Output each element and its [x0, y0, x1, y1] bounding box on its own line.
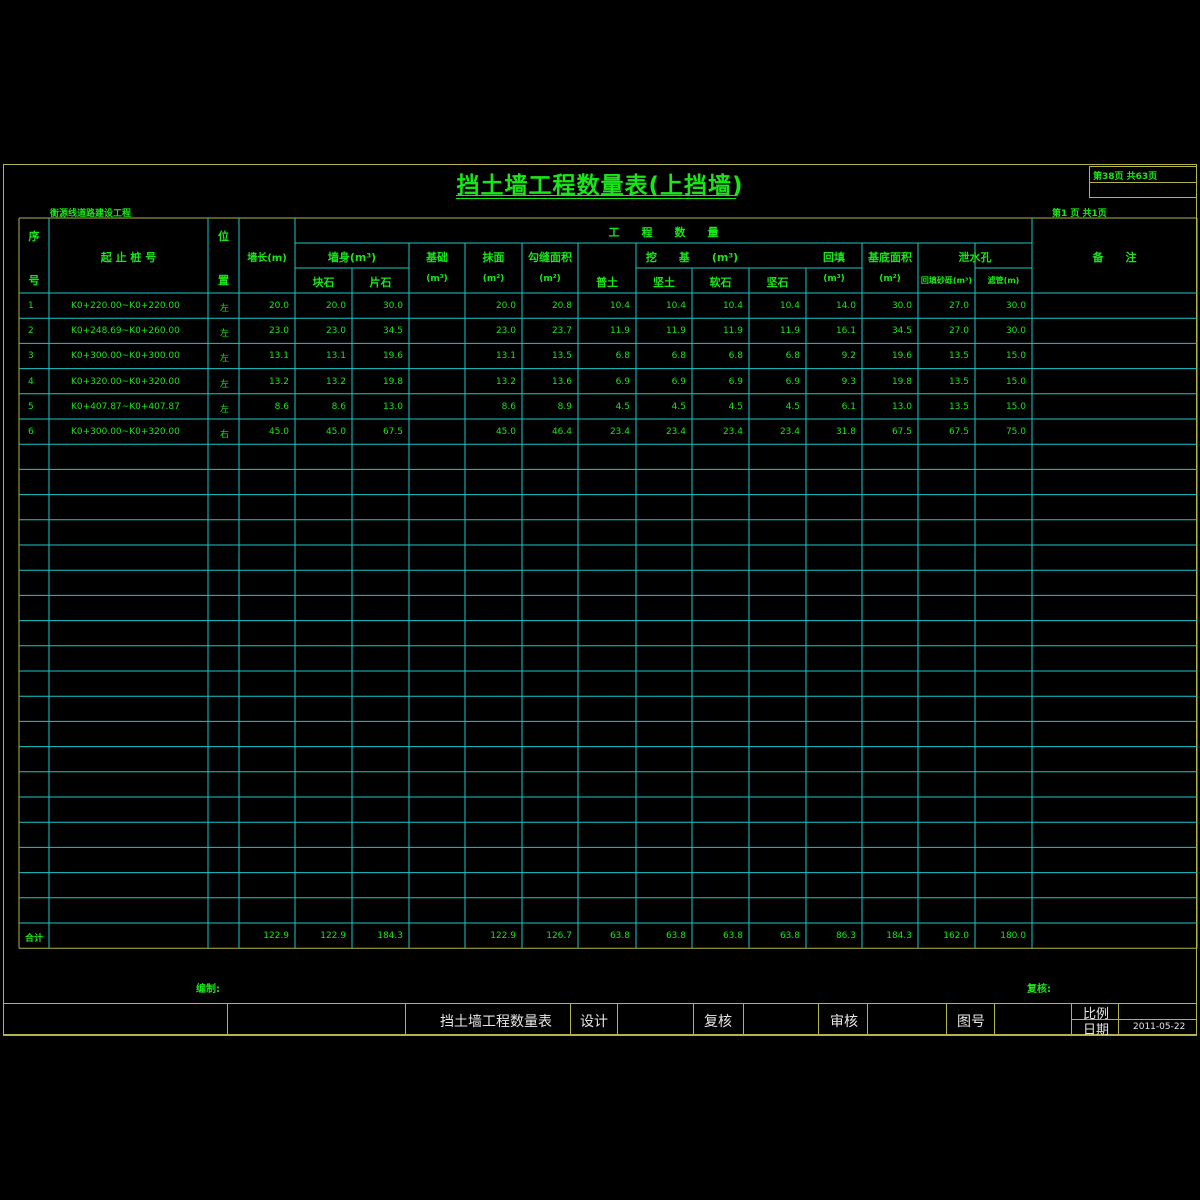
- footer-audit-label: 审核: [830, 1014, 858, 1030]
- footer-drawing-no-label: 图号: [957, 1014, 985, 1030]
- footer-check-label: 复核: [704, 1014, 732, 1030]
- footer-table-name: 挡土墙工程数量表: [440, 1014, 552, 1030]
- footer-design-label: 设计: [580, 1014, 608, 1030]
- footer-date-label: 日期: [1083, 1023, 1110, 1038]
- footer-date: 2011-05-22: [1133, 1022, 1186, 1032]
